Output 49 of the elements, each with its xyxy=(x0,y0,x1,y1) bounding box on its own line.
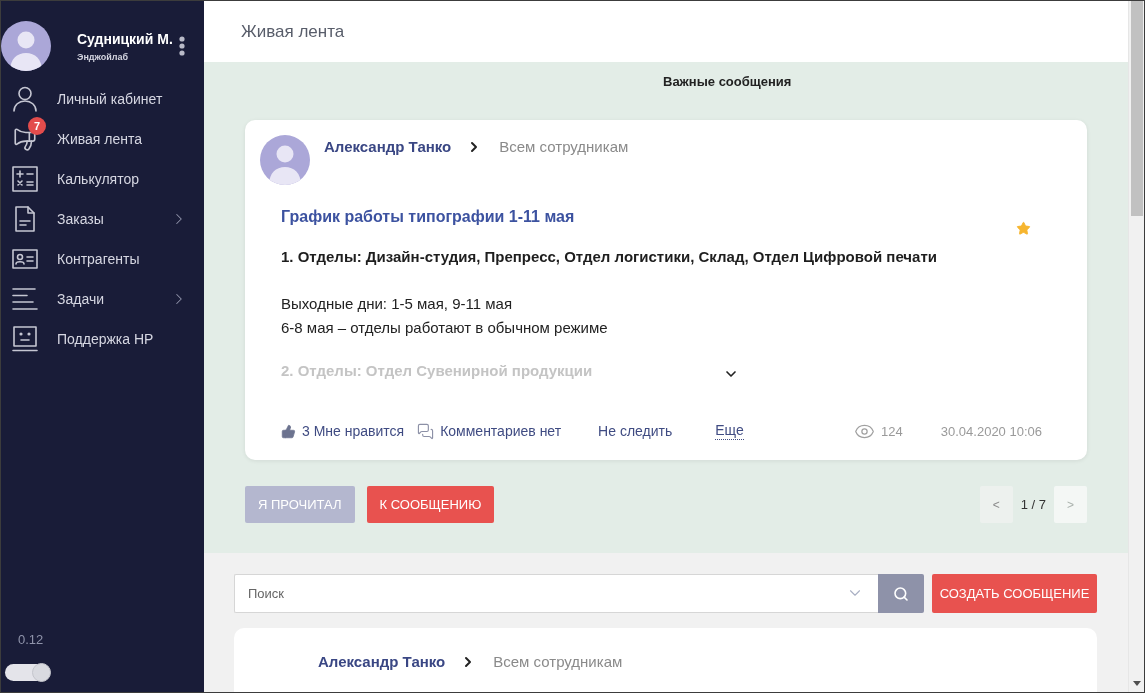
page-indicator: 1 / 7 xyxy=(1020,497,1046,512)
toggle-switch[interactable] xyxy=(5,664,50,681)
search-field[interactable]: Поиск xyxy=(234,574,878,613)
face-screen-icon xyxy=(12,326,38,352)
author-name[interactable]: Александр Танко xyxy=(324,138,452,155)
post-date: 30.04.2020 10:06 xyxy=(940,423,1042,439)
lines-icon xyxy=(12,286,38,312)
sidebar-item[interactable]: Контрагенты xyxy=(1,239,204,279)
post-text: Выходные дни: 1-5 мая, 9-11 мая xyxy=(281,294,514,314)
like-button[interactable]: 3 Мне нравится xyxy=(281,423,405,439)
post-heading: 1. Отделы: Дизайн-студия, Препресс, Отдел логистики, Склад, Отдел Цифровой печати xyxy=(281,247,938,267)
sidebar-item[interactable]: Поддержка HP xyxy=(1,319,204,359)
star-icon[interactable] xyxy=(1016,221,1031,236)
section-title: Важные сообщения xyxy=(663,74,792,89)
sidebar-item[interactable]: Калькулятор xyxy=(1,159,204,199)
scroll-down-arrow-icon[interactable] xyxy=(1132,681,1141,686)
post-title[interactable]: График работы типографии 1-11 мая xyxy=(281,207,575,227)
version-label: 0.12 xyxy=(17,632,44,647)
thumbs-up-icon xyxy=(281,423,296,439)
more-options-icon[interactable] xyxy=(179,36,185,56)
recipient-name: Всем сотрудникам xyxy=(493,653,623,670)
recipient-name: Всем сотрудникам xyxy=(499,138,629,155)
search-icon xyxy=(893,585,909,602)
sidebar-item[interactable]: 7 Живая лента xyxy=(1,119,204,159)
notification-badge: 7 xyxy=(28,117,46,135)
sidebar-item[interactable]: Задачи xyxy=(1,279,204,319)
follow-link[interactable]: Не следить xyxy=(598,423,673,439)
scrollbar[interactable] xyxy=(1128,1,1144,692)
create-message-button[interactable]: СОЗДАТЬ СООБЩЕНИЕ xyxy=(932,574,1097,613)
sidebar-item[interactable]: Личный кабинет xyxy=(1,79,204,119)
post-preview-text: 2. Отделы: Отдел Сувенирной продукции xyxy=(281,361,593,381)
post-text: 6-8 мая – отделы работают в обычном режиме xyxy=(281,318,609,338)
author-name[interactable]: Александр Танко xyxy=(318,653,446,670)
page-title: Живая лента xyxy=(241,21,345,42)
open-message-button[interactable]: К СООБЩЕНИЮ xyxy=(366,486,495,523)
view-count: 124 xyxy=(881,423,903,439)
more-link[interactable]: Еще xyxy=(715,422,744,440)
sidebar-item[interactable]: Заказы xyxy=(1,199,204,239)
search-button[interactable] xyxy=(878,574,924,613)
company-name: Энджойлаб xyxy=(77,51,130,62)
author-avatar xyxy=(260,135,310,185)
comments-button[interactable]: Комментариев нет xyxy=(417,422,562,440)
document-icon xyxy=(12,206,38,232)
scrollbar-thumb[interactable] xyxy=(1130,1,1143,216)
calculator-icon xyxy=(12,166,38,192)
speech-bubbles-icon xyxy=(417,422,435,440)
user-name: Судницкий М. xyxy=(77,30,173,47)
person-icon xyxy=(12,86,38,112)
id-card-icon xyxy=(12,246,38,272)
